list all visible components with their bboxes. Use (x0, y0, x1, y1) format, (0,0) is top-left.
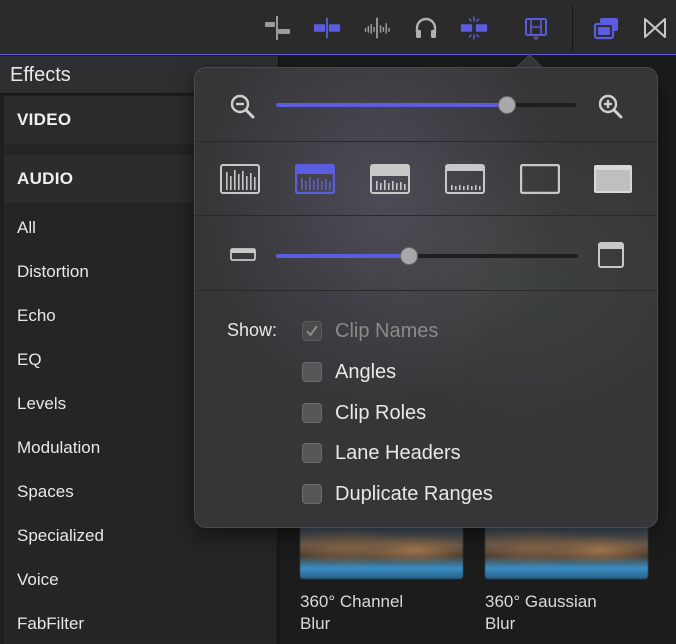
clip-skimming-icon[interactable] (312, 14, 342, 42)
clip-height-slider-knob[interactable] (399, 247, 418, 265)
effects-title: Effects (10, 64, 71, 86)
effect-label-line: Blur (485, 614, 516, 633)
effect-label-line: 360° Channel (300, 592, 404, 611)
sidebar-item-levels[interactable]: Levels (17, 394, 66, 414)
sidebar-item-all[interactable]: All (17, 218, 36, 238)
clip-height-slider-fill (276, 254, 409, 258)
effect-label-gaussian-blur: 360° Gaussian Blur (485, 591, 655, 635)
clip-roles-checkbox[interactable] (302, 403, 322, 423)
clip-style-waveform-only-icon[interactable] (220, 164, 260, 194)
sidebar-item-fabfilter[interactable]: FabFilter (17, 614, 84, 634)
lane-headers-label: Lane Headers (335, 441, 461, 464)
clip-connect-icon[interactable] (262, 14, 292, 42)
clip-style-filmstrip-only-icon[interactable] (520, 164, 560, 194)
popover-divider (195, 141, 657, 142)
zoom-in-icon[interactable] (597, 93, 625, 126)
clip-height-large-icon (598, 242, 624, 273)
show-label: Show: (227, 320, 278, 340)
option-clip-names[interactable]: Clip Names (302, 319, 438, 343)
popover-divider (195, 215, 657, 216)
window-layout-icon[interactable] (592, 14, 622, 42)
clip-style-large-waveform-icon[interactable] (295, 164, 335, 194)
clip-appearance-icon[interactable] (521, 14, 551, 42)
option-clip-roles[interactable]: Clip Roles (302, 401, 426, 425)
clip-appearance-popover: Show: Clip Names Angles Clip Roles Lane … (194, 67, 658, 528)
clip-names-checkbox[interactable] (302, 321, 322, 341)
zoom-slider-knob[interactable] (498, 96, 516, 114)
transitions-icon[interactable] (640, 14, 670, 42)
effect-label-channel-blur: 360° Channel Blur (300, 591, 470, 635)
clip-style-name-only-icon[interactable] (593, 164, 633, 194)
sidebar-item-eq[interactable]: EQ (17, 350, 42, 370)
sidebar-item-specialized[interactable]: Specialized (17, 526, 104, 546)
clip-height-small-icon (230, 248, 256, 267)
clip-roles-label: Clip Roles (335, 401, 427, 424)
checkmark-icon (306, 325, 318, 337)
sidebar-item-distortion[interactable]: Distortion (17, 262, 89, 282)
option-duplicate-ranges[interactable]: Duplicate Ranges (302, 482, 493, 506)
zoom-out-icon[interactable] (229, 93, 257, 126)
clip-style-waveform-filmstrip-icon[interactable] (370, 164, 410, 194)
effect-label-line: Blur (300, 614, 331, 633)
option-lane-headers[interactable]: Lane Headers (302, 441, 461, 465)
audio-skimming-icon[interactable] (362, 14, 392, 42)
zoom-slider[interactable] (276, 96, 576, 114)
timeline-toolbar (0, 0, 676, 55)
option-angles[interactable]: Angles (302, 360, 396, 384)
duplicate-ranges-checkbox[interactable] (302, 484, 322, 504)
sidebar-item-modulation[interactable]: Modulation (17, 438, 100, 458)
duplicate-ranges-label: Duplicate Ranges (335, 482, 493, 505)
angles-label: Angles (335, 360, 397, 383)
headphones-icon[interactable] (411, 14, 441, 42)
clip-names-label: Clip Names (335, 319, 439, 342)
sidebar-item-spaces[interactable]: Spaces (17, 482, 74, 502)
popover-divider (195, 290, 657, 291)
effect-thumbnail-channel-blur[interactable] (300, 526, 463, 579)
clip-height-slider[interactable] (276, 247, 578, 265)
clip-style-filmstrip-small-waveform-icon[interactable] (445, 164, 485, 194)
effect-thumbnail-gaussian-blur[interactable] (485, 526, 648, 579)
sidebar-item-echo[interactable]: Echo (17, 306, 56, 326)
snapping-icon[interactable] (459, 14, 489, 42)
zoom-slider-fill (276, 103, 507, 107)
angles-checkbox[interactable] (302, 362, 322, 382)
lane-headers-checkbox[interactable] (302, 443, 322, 463)
toolbar-separator (572, 6, 573, 50)
effect-label-line: 360° Gaussian (485, 592, 597, 611)
sidebar-item-voice[interactable]: Voice (17, 570, 59, 590)
